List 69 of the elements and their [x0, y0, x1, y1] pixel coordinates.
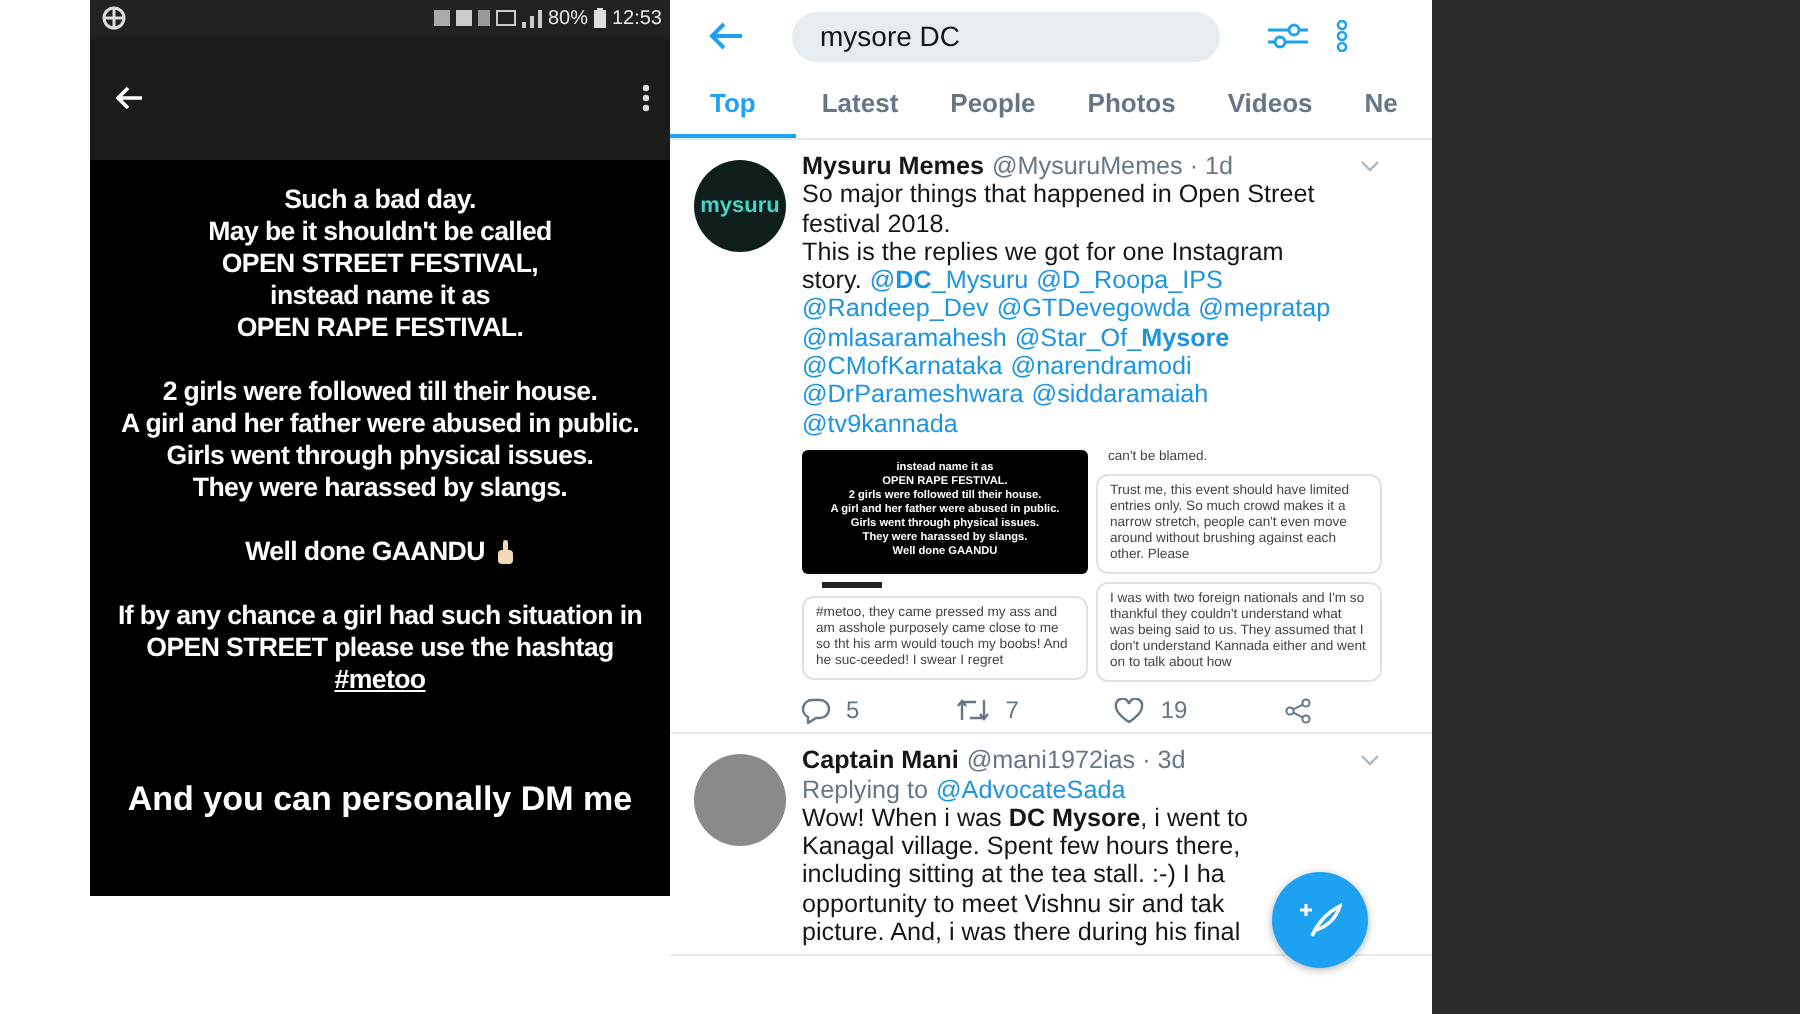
story-text: Such a bad day.: [284, 184, 476, 216]
mention-link[interactable]: @tv9kannada: [802, 409, 958, 438]
tab[interactable]: Top: [670, 72, 796, 138]
author-handle: @mani1972ias · 3d: [966, 746, 1186, 776]
tweet-text: festival 2018.: [802, 209, 951, 238]
retweet-icon[interactable]: [955, 698, 990, 723]
more-icon[interactable]: [642, 84, 650, 112]
reply-count: 5: [846, 695, 860, 725]
tweet-text: opportunity to meet Vishnu sir and tak: [802, 889, 1225, 919]
mention-link[interactable]: @CMofKarnataka: [802, 352, 1003, 381]
mention-link[interactable]: @Star_Of_Mysore: [1014, 323, 1230, 353]
story-text: Girls went through physical issues.: [166, 440, 594, 472]
tweet-text: including sitting at the tea stall. :-) I ha: [802, 860, 1225, 890]
mention-link[interactable]: @D_Roopa_IPS: [1036, 266, 1223, 295]
mention-link[interactable]: @AdvocateSada: [936, 775, 1126, 804]
author-name[interactable]: Captain Mani: [802, 746, 959, 776]
story-text: They were harassed by slangs.: [192, 472, 568, 504]
story-text: Well done GAANDU: [245, 536, 485, 568]
tweet-text: Wow! When i was DC Mysore, i went to: [802, 803, 1249, 833]
reply-icon[interactable]: [802, 697, 830, 724]
author-handle: @MysuruMemes · 1d: [992, 152, 1234, 181]
status-time: 12:53: [611, 7, 662, 29]
retweet-count: 7: [1005, 695, 1019, 725]
mention-link[interactable]: @GTDevegowda: [996, 294, 1191, 324]
tab[interactable]: Ne: [1338, 72, 1424, 138]
tab[interactable]: Latest: [795, 72, 925, 138]
app-icon: [102, 6, 126, 30]
mention-link[interactable]: @mlasaramahesh: [802, 323, 1007, 353]
tweet-text: story.: [802, 266, 862, 295]
mention-link[interactable]: @DC_Mysuru: [869, 266, 1029, 295]
story-text: A girl and her father were abused in public.: [121, 408, 639, 440]
avatar-logo[interactable]: mysuru: [694, 160, 786, 252]
avatar-photo-placeholder[interactable]: [694, 754, 786, 847]
chevron-down-icon[interactable]: [1360, 754, 1380, 767]
replying-to-label: Replying to: [802, 775, 929, 804]
battery-icon: [593, 8, 606, 28]
story-text: OPEN RAPE FESTIVAL.: [236, 312, 524, 344]
compose-button[interactable]: [1272, 872, 1368, 968]
tweet-text: This is the replies we got for one Instagram: [802, 237, 1284, 267]
tab[interactable]: Photos: [1061, 72, 1202, 138]
story-text: If by any chance a girl had such situation in: [117, 600, 643, 632]
chevron-down-icon[interactable]: [1360, 160, 1380, 173]
story-text: instead name it as: [270, 280, 490, 312]
search-field[interactable]: mysore DC: [792, 11, 1220, 61]
story-text: OPEN STREET FESTIVAL,: [221, 248, 539, 280]
tweet-text: picture. And, i was there during his final: [802, 918, 1241, 947]
feather-plus-icon: [1298, 902, 1342, 938]
mention-link[interactable]: @Randeep_Dev: [802, 294, 989, 324]
hashtag-link[interactable]: #metoo: [334, 664, 426, 696]
heart-icon[interactable]: [1114, 697, 1145, 724]
battery-percent: 80%: [547, 7, 588, 29]
tweet-text: Kanagal village. Spent few hours there,: [802, 832, 1241, 861]
story-closing-text: And you can personally DM me: [127, 780, 633, 820]
tab[interactable]: People: [924, 72, 1062, 138]
mention-link[interactable]: @DrParameshwara: [802, 380, 1024, 410]
filter-icon[interactable]: [1268, 22, 1308, 50]
story-text: OPEN STREET please use the hashtag: [146, 632, 614, 664]
mention-link[interactable]: @siddaramaiah: [1031, 380, 1209, 410]
mention-link[interactable]: @narendramodi: [1010, 352, 1192, 381]
hand-icon: [496, 539, 515, 565]
tab[interactable]: Videos: [1201, 72, 1339, 138]
signal-icon: [521, 9, 542, 27]
tweet-text: So major things that happened in Open Street: [802, 180, 1315, 210]
story-text: 2 girls were followed till their house.: [162, 376, 598, 408]
like-count: 19: [1160, 695, 1188, 725]
story-text: May be it shouldn't be called: [208, 216, 552, 248]
author-name[interactable]: Mysuru Memes: [802, 152, 984, 181]
share-icon[interactable]: [1283, 697, 1312, 724]
mention-link[interactable]: @mepratap: [1198, 294, 1331, 324]
